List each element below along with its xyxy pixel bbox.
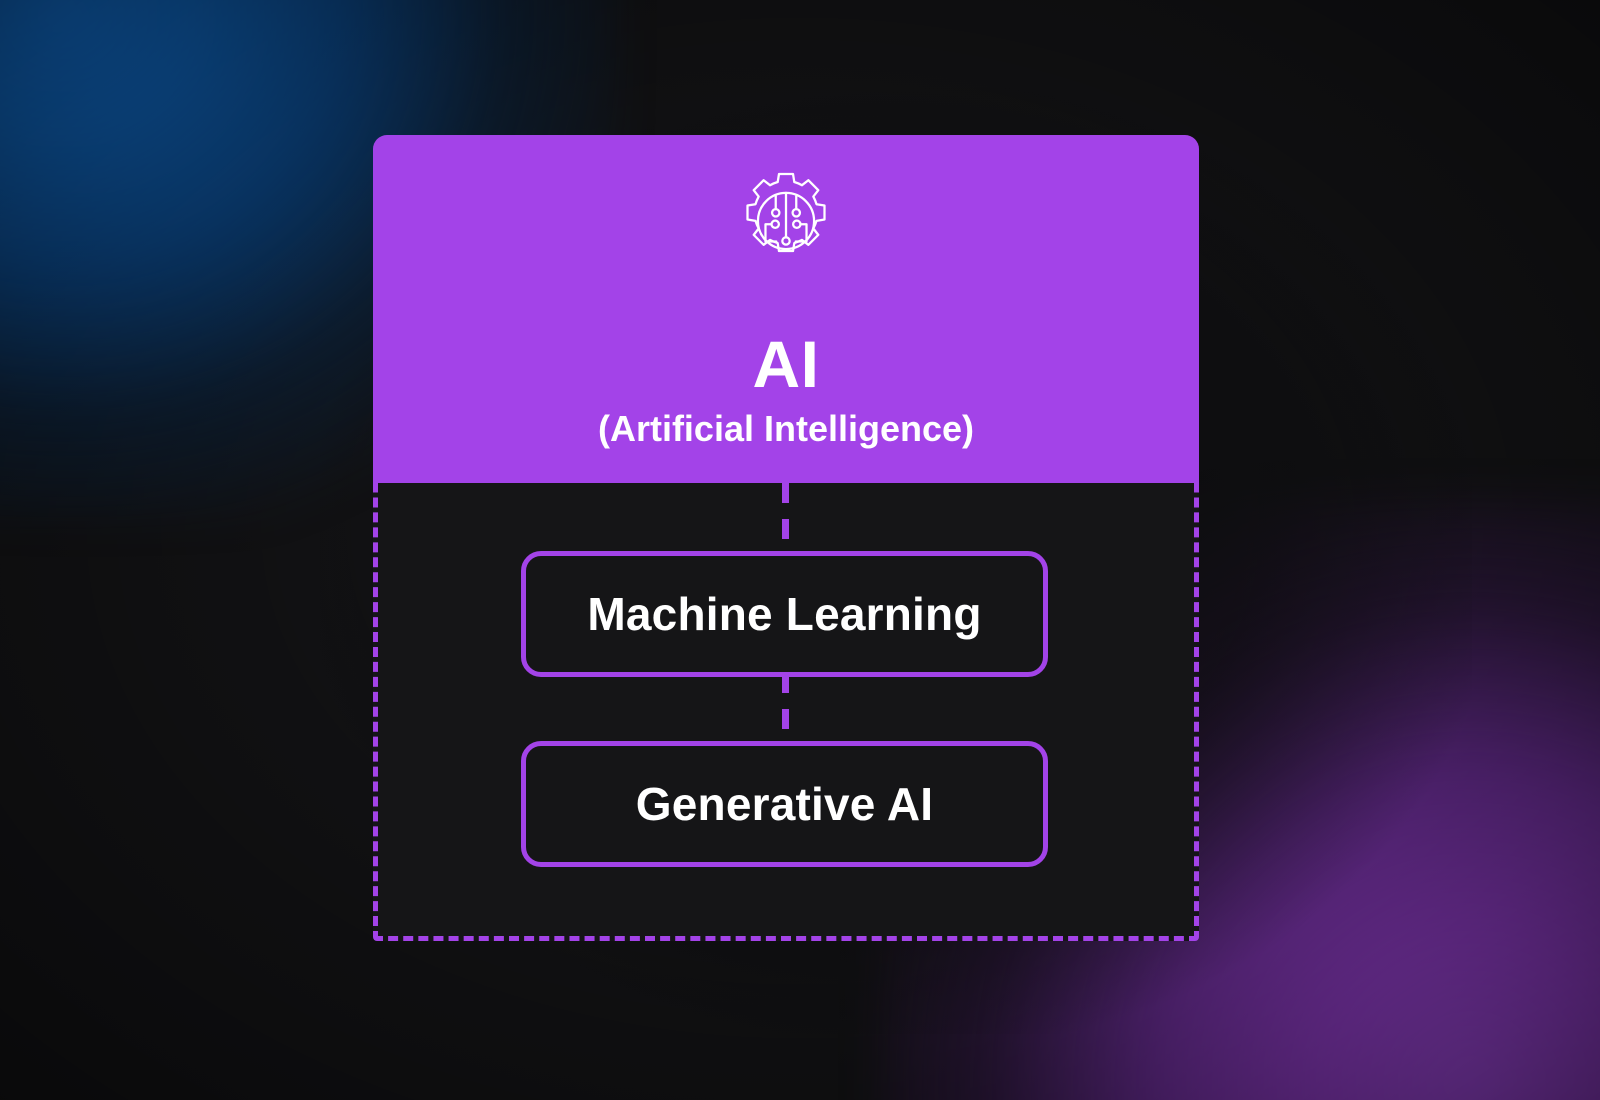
page-subtitle: (Artificial Intelligence) <box>597 408 975 449</box>
node-machine-learning[interactable]: Machine Learning <box>521 551 1048 677</box>
connector-machine-learning-to-generative-ai <box>782 673 789 741</box>
node-generative-ai-label: Generative AI <box>635 778 934 830</box>
node-machine-learning-label: Machine Learning <box>587 588 982 640</box>
ai-header-card: AI (Artificial Intelligence) <box>373 135 1199 483</box>
page-title: AI <box>752 327 820 401</box>
ai-gear-circuit-icon <box>732 167 840 275</box>
diagram-canvas: AI (Artificial Intelligence) Machine Lea… <box>0 0 1600 1100</box>
ai-hierarchy-diagram: AI (Artificial Intelligence) Machine Lea… <box>373 135 1199 941</box>
connector-ai-to-machine-learning <box>782 483 789 551</box>
node-generative-ai[interactable]: Generative AI <box>521 741 1048 867</box>
